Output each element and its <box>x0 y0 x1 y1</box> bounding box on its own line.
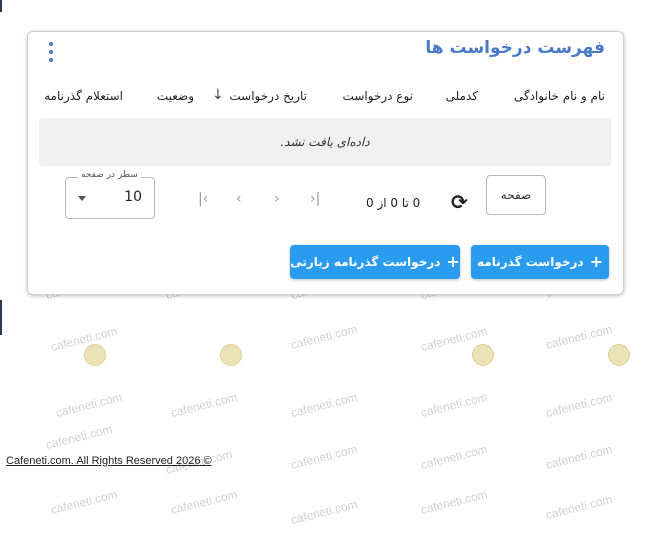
watermark-text: cafeneti.com <box>49 486 119 518</box>
pilgrimage-passport-request-button[interactable]: + درخواست گذرنامه زیارتی <box>290 245 460 279</box>
empty-message: داده‌ای یافت نشد. <box>280 135 370 149</box>
watermark-text: cafeneti.com <box>419 323 489 355</box>
passport-request-button[interactable]: + درخواست گذرنامه <box>471 245 609 279</box>
plus-icon: + <box>589 252 603 271</box>
empty-table-row: داده‌ای یافت نشد. <box>39 118 611 166</box>
watermark-text: cafeneti.com <box>169 486 239 518</box>
watermark-text: cafeneti.com <box>289 321 359 353</box>
column-header-full-name[interactable]: نام و نام خانوادگی <box>514 89 605 103</box>
next-page-icon[interactable]: › <box>274 192 280 206</box>
page-button[interactable]: صفحه <box>486 175 546 215</box>
watermark-text: cafeneti.com <box>544 491 614 523</box>
watermark-text: cafeneti.com <box>544 441 614 473</box>
window-edge <box>0 300 2 335</box>
more-vert-icon[interactable] <box>46 42 56 62</box>
column-header-status[interactable]: وضعیت <box>157 89 194 103</box>
refresh-icon[interactable]: ⟳ <box>451 192 468 212</box>
rows-per-page-select[interactable]: سطر در صفحه 10 <box>65 170 155 219</box>
watermark-logo-icon <box>608 344 630 366</box>
caret-down-icon <box>78 196 86 201</box>
watermark-text: cafeneti.com <box>289 389 359 421</box>
column-header-passport-inquiry[interactable]: استعلام گذرنامه <box>44 89 123 103</box>
column-header-national-code[interactable]: کدملی <box>446 89 478 103</box>
page-title: فهرست درخواست ها <box>425 38 605 58</box>
watermark-text: cafeneti.com <box>544 321 614 353</box>
watermark-text: cafeneti.com <box>419 441 489 473</box>
footer-copyright[interactable]: Cafeneti.com. All Rights Reserved 2026 © <box>6 455 212 467</box>
previous-page-icon[interactable]: ‹ <box>236 192 242 206</box>
watermark-logo-icon <box>472 344 494 366</box>
requests-card: فهرست درخواست ها نام و نام خانوادگی کدمل… <box>27 31 624 295</box>
watermark-text: cafeneti.com <box>419 486 489 518</box>
passport-request-label: درخواست گذرنامه <box>477 255 584 269</box>
watermark-text: cafeneti.com <box>289 441 359 473</box>
column-header-request-date[interactable]: تاریخ درخواست <box>229 89 307 103</box>
first-page-icon[interactable]: |‹ <box>198 192 208 206</box>
watermark-text: cafeneti.com <box>544 389 614 421</box>
last-page-icon[interactable]: ›| <box>310 192 320 206</box>
rows-per-page-value: 10 <box>124 189 142 205</box>
pagination-range: 0 تا 0 از 0 <box>366 196 421 210</box>
column-header-request-type[interactable]: نوع درخواست <box>343 89 413 103</box>
pilgrimage-passport-request-label: درخواست گذرنامه زیارتی <box>290 255 441 269</box>
window-edge <box>0 0 2 12</box>
watermark-text: cafeneti.com <box>419 389 489 421</box>
watermark-text: cafeneti.com <box>49 323 119 355</box>
plus-icon: + <box>446 252 460 271</box>
watermark-logo-icon <box>220 344 242 366</box>
watermark-logo-icon <box>84 344 106 366</box>
watermark-text: cafeneti.com <box>169 389 239 421</box>
rows-per-page-label: سطر در صفحه <box>78 170 141 180</box>
watermark-text: cafeneti.com <box>44 421 114 453</box>
watermark-text: cafeneti.com <box>289 496 359 528</box>
arrow-down-icon[interactable]: ↓ <box>212 87 224 103</box>
watermark-text: cafeneti.com <box>54 389 124 421</box>
